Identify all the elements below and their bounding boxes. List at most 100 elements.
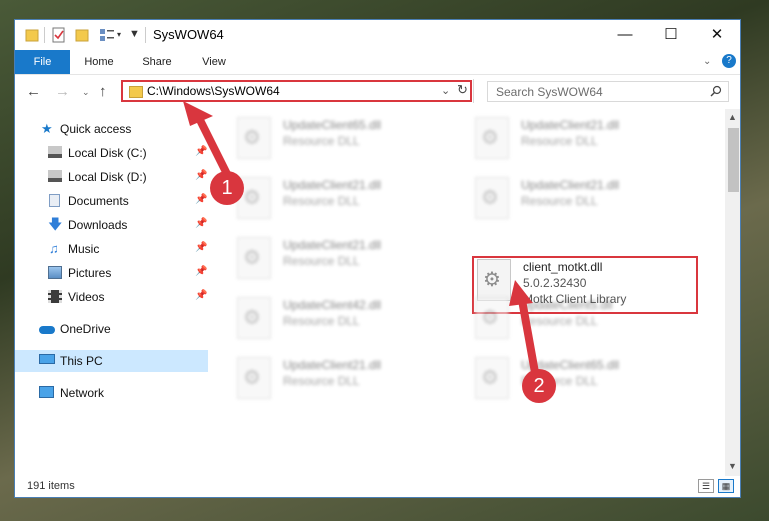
sidebar-item-label: OneDrive bbox=[60, 322, 111, 336]
sidebar-item-label: Pictures bbox=[68, 266, 112, 280]
sidebar-item-music[interactable]: ♫ Music 📌 bbox=[15, 238, 208, 260]
dll-file-icon: ⚙ bbox=[237, 237, 271, 279]
list-item[interactable]: ⚙ UpdateClient42.dll Resource DLL bbox=[225, 295, 453, 349]
pin-icon[interactable]: 📌 bbox=[195, 266, 207, 277]
item-count: 191 items bbox=[27, 480, 75, 492]
refresh-icon[interactable]: ↻ bbox=[457, 82, 468, 98]
explorer-window: ▾ ▼ SysWOW64 — ☐ ✕ File Home Share View … bbox=[14, 19, 741, 498]
videos-icon bbox=[48, 290, 62, 303]
scroll-thumb[interactable] bbox=[728, 128, 739, 192]
sidebar-item-label: Local Disk (D:) bbox=[68, 170, 147, 184]
chevron-down-icon[interactable]: ⌄ bbox=[703, 56, 711, 67]
close-button[interactable]: ✕ bbox=[694, 20, 740, 50]
vertical-scrollbar[interactable]: ▲ ▼ bbox=[725, 109, 740, 477]
file-name: UpdateClient21.dll bbox=[521, 118, 620, 132]
sidebar-item-downloads[interactable]: 🡇 Downloads 📌 bbox=[15, 214, 208, 236]
sidebar-item-local-disk-c[interactable]: Local Disk (C:) 📌 bbox=[15, 142, 208, 164]
file-description: Resource DLL bbox=[521, 314, 598, 328]
file-name: UpdateClient21.dll bbox=[283, 178, 382, 192]
list-item[interactable]: ⚙ UpdateClient21.dll Resource DLL bbox=[463, 115, 691, 169]
recent-locations-icon[interactable]: ⌄ bbox=[82, 87, 90, 98]
qat-customize-icon[interactable]: ▼ bbox=[129, 28, 140, 44]
minimize-button[interactable]: — bbox=[602, 20, 648, 50]
details-view-icon[interactable]: ☰ bbox=[698, 479, 714, 493]
new-folder-icon[interactable] bbox=[75, 27, 89, 43]
address-bar[interactable]: C:\Windows\SysWOW64 ⌄ bbox=[121, 80, 472, 102]
help-icon[interactable]: ? bbox=[722, 54, 736, 68]
file-name: UpdateClient65.dll bbox=[283, 118, 382, 132]
drive-icon bbox=[48, 146, 62, 158]
dll-file-icon: ⚙ bbox=[475, 297, 509, 339]
sidebar-item-label: This PC bbox=[60, 354, 103, 368]
sidebar-item-this-pc[interactable]: This PC bbox=[15, 350, 208, 372]
network-icon bbox=[39, 386, 54, 398]
properties-icon[interactable] bbox=[51, 27, 67, 43]
dropdown-icon[interactable]: ▾ bbox=[117, 30, 121, 46]
computer-icon bbox=[39, 354, 55, 364]
file-description: Resource DLL bbox=[521, 194, 598, 208]
sidebar-item-onedrive[interactable]: OneDrive bbox=[15, 318, 208, 340]
ribbon-tabs: File Home Share View ⌄ ? bbox=[15, 50, 740, 75]
scroll-down-icon[interactable]: ▼ bbox=[728, 461, 737, 471]
sidebar-item-quick-access[interactable]: ★ Quick access bbox=[15, 118, 208, 140]
sidebar-item-network[interactable]: Network bbox=[15, 382, 208, 404]
back-arrow-icon[interactable]: ← bbox=[26, 83, 41, 100]
download-icon: 🡇 bbox=[48, 216, 63, 232]
divider bbox=[145, 27, 146, 43]
pin-icon[interactable]: 📌 bbox=[195, 290, 207, 301]
pin-icon[interactable]: 📌 bbox=[195, 194, 207, 205]
file-name: UpdateClient21.dll bbox=[521, 178, 620, 192]
divider bbox=[44, 27, 45, 43]
navigation-bar: ← → ⌄ ↑ C:\Windows\SysWOW64 ⌄ ↻ bbox=[15, 75, 740, 109]
tab-view[interactable]: View bbox=[190, 50, 238, 74]
search-icon[interactable] bbox=[710, 85, 722, 97]
sidebar-item-videos[interactable]: Videos 📌 bbox=[15, 286, 208, 308]
dll-file-icon: ⚙ bbox=[475, 117, 509, 159]
folder-icon bbox=[129, 86, 143, 98]
list-item[interactable]: ⚙ UpdateClient21.dll Resource DLL bbox=[463, 175, 691, 229]
sidebar-item-label: Quick access bbox=[60, 122, 132, 136]
sidebar-item-pictures[interactable]: Pictures 📌 bbox=[15, 262, 208, 284]
list-item[interactable]: ⚙ UpdateClient21.dll Resource DLL bbox=[225, 235, 453, 289]
up-arrow-icon[interactable]: ↑ bbox=[99, 83, 107, 100]
file-name: UpdateClient21.dll bbox=[283, 358, 382, 372]
customize-icon[interactable] bbox=[99, 27, 115, 43]
address-dropdown-icon[interactable]: ⌄ bbox=[441, 84, 450, 97]
pin-icon[interactable]: 📌 bbox=[195, 170, 207, 181]
list-item[interactable]: ⚙ UpdateClient65.dll Resource DLL bbox=[463, 355, 691, 409]
search-input[interactable] bbox=[494, 83, 703, 101]
sidebar-item-local-disk-d[interactable]: Local Disk (D:) 📌 bbox=[15, 166, 208, 188]
window-title: SysWOW64 bbox=[153, 27, 224, 42]
pin-icon[interactable]: 📌 bbox=[195, 242, 207, 253]
list-item[interactable]: ⚙ UpdateClient21.dll Resource DLL bbox=[225, 175, 453, 229]
title-bar: ▾ ▼ SysWOW64 — ☐ ✕ bbox=[15, 20, 740, 50]
tab-file[interactable]: File bbox=[15, 50, 70, 74]
dll-file-icon: ⚙ bbox=[237, 357, 271, 399]
pin-icon[interactable]: 📌 bbox=[195, 146, 207, 157]
address-path: C:\Windows\SysWOW64 bbox=[147, 84, 280, 98]
sidebar-item-label: Network bbox=[60, 386, 105, 400]
list-item[interactable]: ⚙ UpdateClient21.dll Resource DLL bbox=[225, 355, 453, 409]
file-list: ⚙ UpdateClient65.dll Resource DLL ⚙ Upda… bbox=[223, 113, 723, 471]
callout-badge-1: 1 bbox=[210, 171, 244, 205]
pin-icon[interactable]: 📌 bbox=[195, 218, 207, 229]
large-icons-view-icon[interactable]: ▦ bbox=[718, 479, 734, 493]
file-description: Resource DLL bbox=[521, 134, 598, 148]
tab-home[interactable]: Home bbox=[75, 50, 123, 74]
tab-share[interactable]: Share bbox=[133, 50, 181, 74]
sidebar-item-label: Music bbox=[68, 242, 100, 256]
list-item[interactable]: ⚙ UpdateClient65.dll Resource DLL bbox=[225, 115, 453, 169]
sidebar-item-label: Downloads bbox=[68, 218, 128, 232]
sidebar-item-documents[interactable]: Documents 📌 bbox=[15, 190, 208, 212]
file-description: Resource DLL bbox=[283, 374, 360, 388]
sidebar-item-label: Local Disk (C:) bbox=[68, 146, 147, 160]
scroll-up-icon[interactable]: ▲ bbox=[728, 112, 737, 122]
folder-icon[interactable] bbox=[25, 27, 39, 43]
file-name: UpdateClient42.dll bbox=[283, 298, 382, 312]
maximize-button[interactable]: ☐ bbox=[648, 20, 694, 50]
sidebar-item-label: Videos bbox=[68, 290, 105, 304]
forward-arrow-icon[interactable]: → bbox=[55, 83, 70, 100]
search-box[interactable] bbox=[487, 81, 729, 102]
list-item[interactable]: ⚙ UpdateClient5.dll Resource DLL bbox=[463, 295, 691, 349]
callout-badge-2: 2 bbox=[522, 369, 556, 403]
